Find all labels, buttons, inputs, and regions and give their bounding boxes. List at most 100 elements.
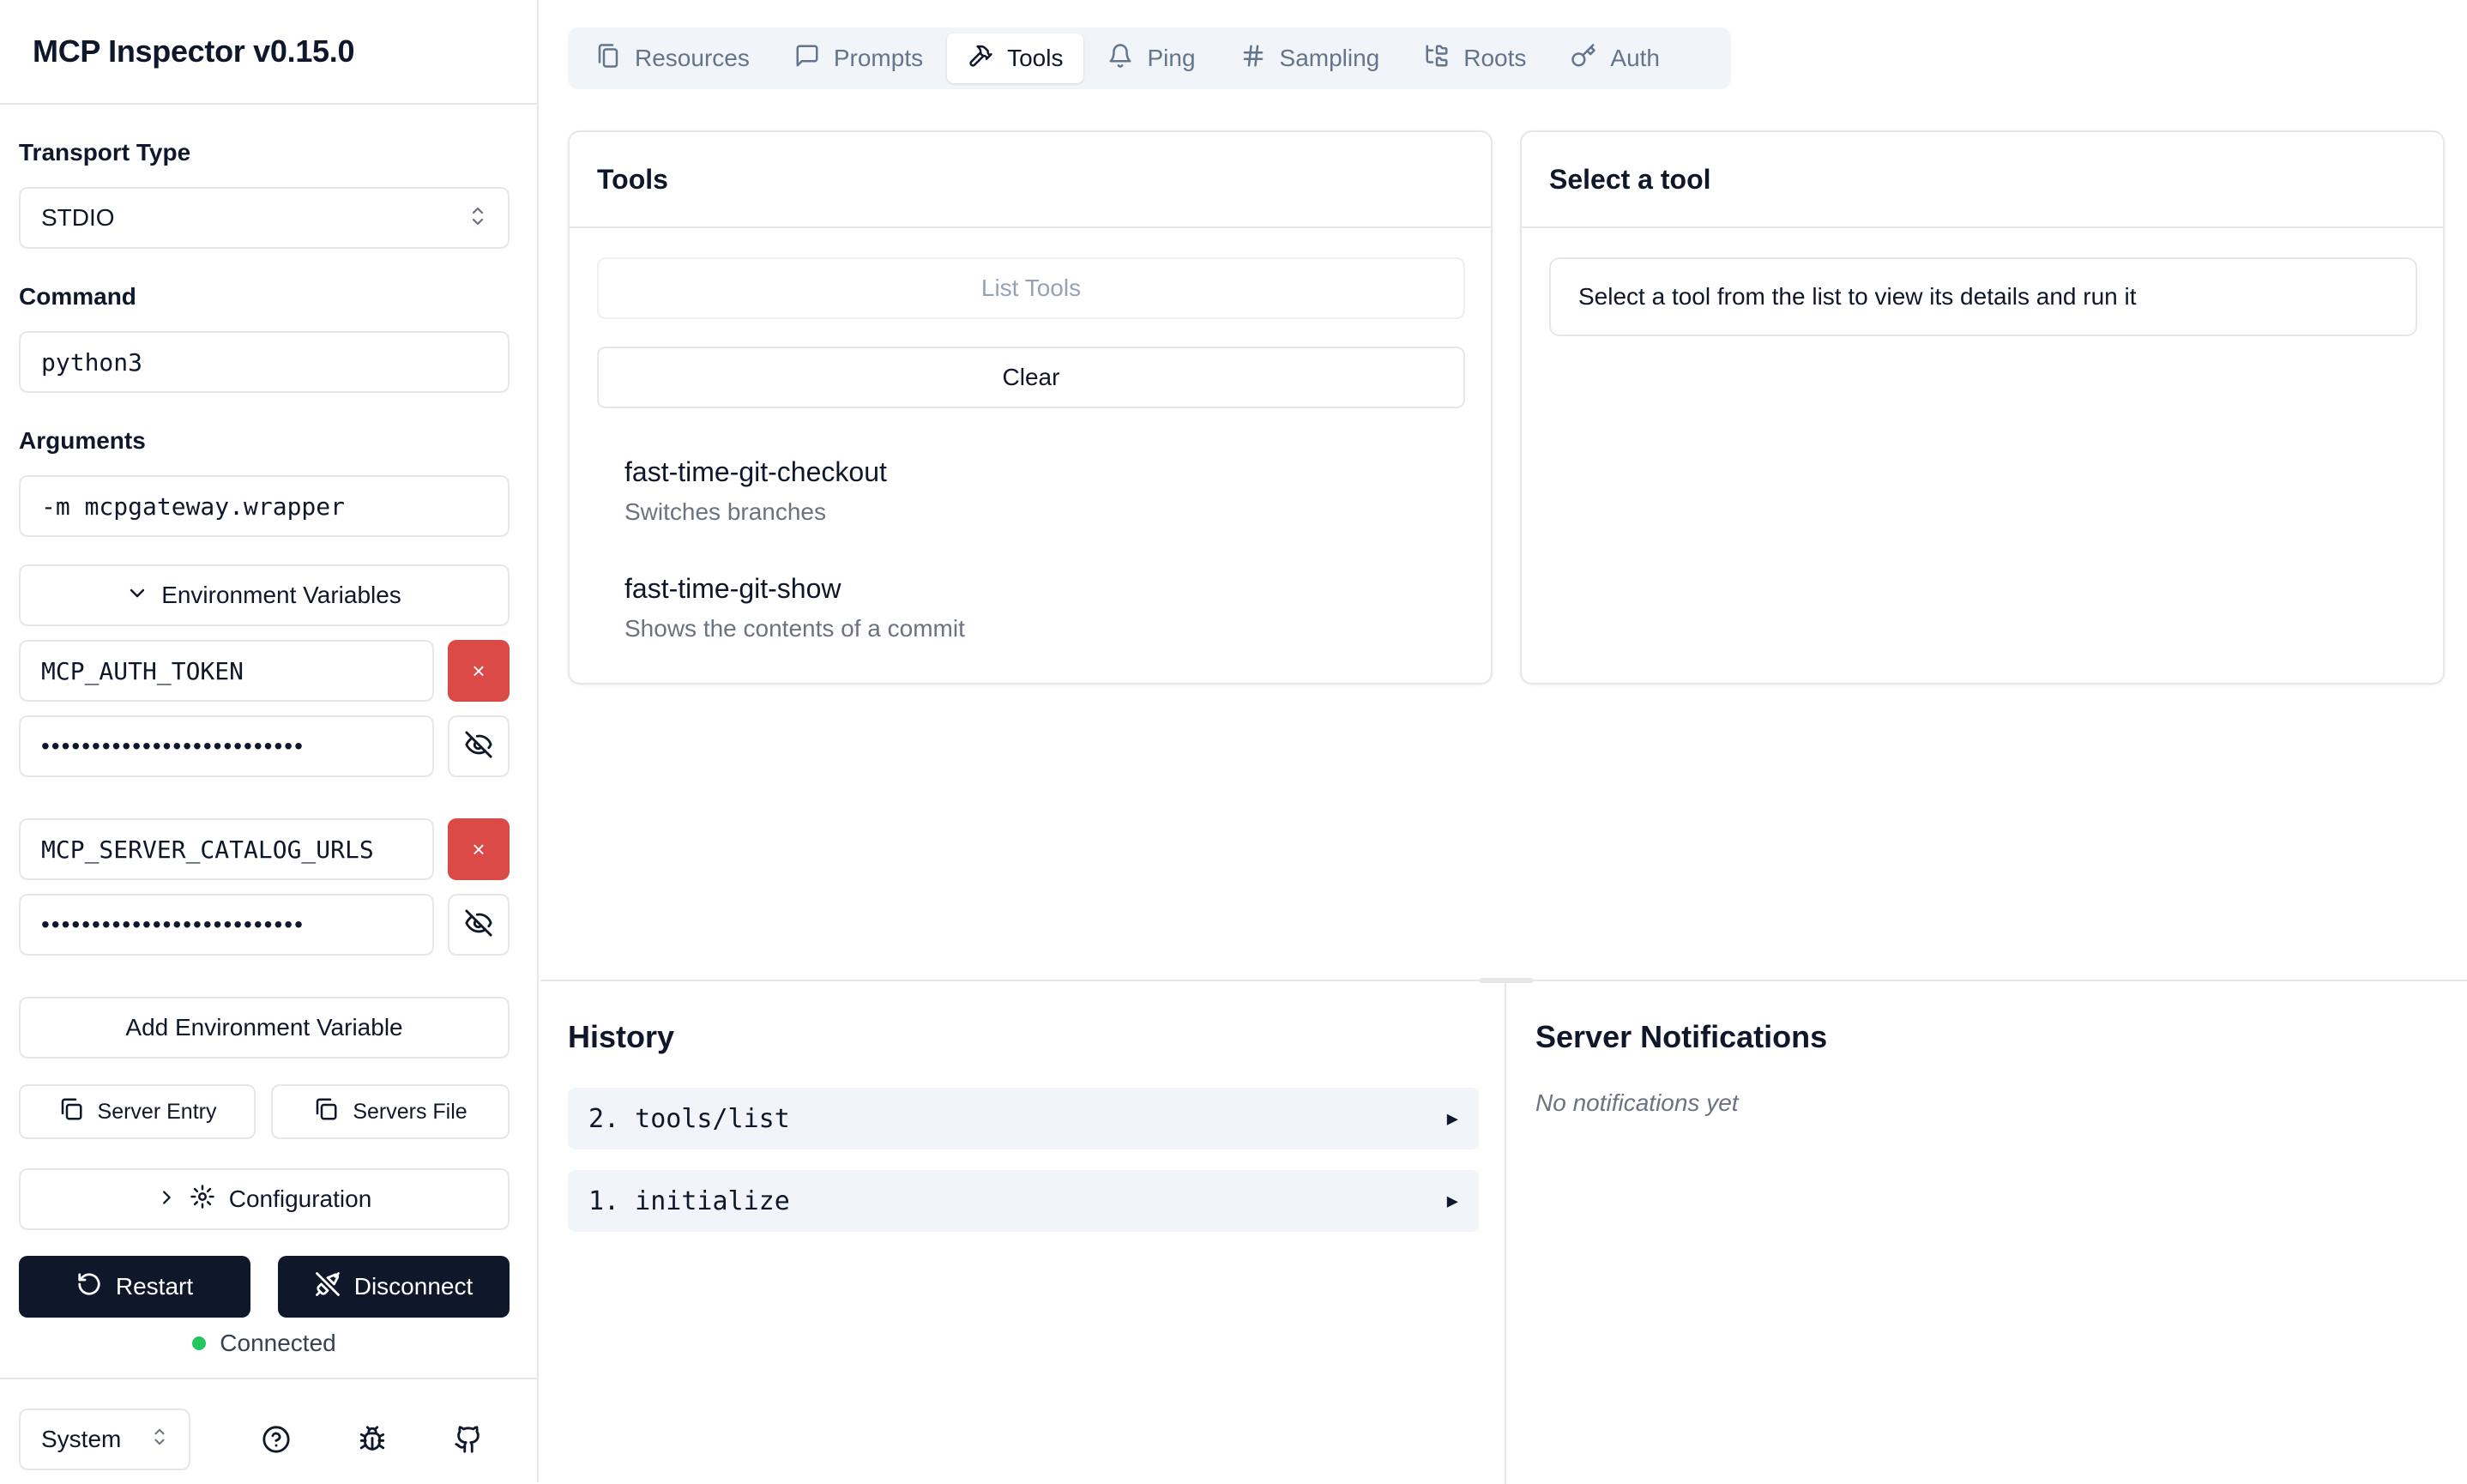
env-value-input[interactable]: ••••••••••••••••••••••••••	[19, 715, 434, 777]
restart-button[interactable]: Restart	[19, 1256, 250, 1318]
notifications-title: Server Notifications	[1535, 1019, 1828, 1054]
server-entry-label: Server Entry	[97, 1099, 217, 1124]
tool-detail-hint: Select a tool from the list to view its …	[1549, 257, 2417, 336]
transport-type-select[interactable]: STDIO	[19, 187, 510, 249]
tool-list-item[interactable]: fast-time-git-checkout Switches branches	[624, 456, 887, 526]
remove-env-button[interactable]: ×	[448, 640, 510, 702]
tool-detail-panel: Select a tool Select a tool from the lis…	[1520, 130, 2445, 685]
servers-file-button[interactable]: Servers File	[271, 1084, 510, 1139]
expand-arrow-icon: ▶	[1446, 1107, 1458, 1130]
configuration-label: Configuration	[228, 1185, 372, 1212]
tool-name: fast-time-git-checkout	[624, 456, 887, 487]
rotate-ccw-icon	[76, 1271, 102, 1303]
status-text: Connected	[220, 1330, 336, 1356]
sidebar-footer: System	[0, 1378, 537, 1482]
list-tools-button[interactable]: List Tools	[597, 257, 1465, 319]
clear-button[interactable]: Clear	[597, 347, 1465, 408]
tool-description: Switches branches	[624, 498, 827, 525]
chevron-down-icon	[127, 582, 148, 609]
tab-label: Auth	[1610, 45, 1661, 71]
hash-icon	[1240, 43, 1266, 75]
tab-resources[interactable]: Resources	[575, 33, 770, 83]
tool-description: Shows the contents of a commit	[624, 615, 965, 642]
history-title: History	[568, 1019, 675, 1054]
tool-detail-title: Select a tool	[1522, 132, 2443, 228]
message-square-icon	[794, 43, 820, 75]
configuration-toggle[interactable]: Configuration	[19, 1168, 510, 1230]
app-title: MCP Inspector v0.15.0	[33, 33, 355, 69]
toggle-visibility-button[interactable]	[448, 715, 510, 777]
key-icon	[1571, 43, 1596, 75]
remove-env-button[interactable]: ×	[448, 818, 510, 880]
restart-label: Restart	[115, 1273, 194, 1300]
chevrons-up-down-icon	[468, 205, 487, 231]
tab-sampling[interactable]: Sampling	[1220, 33, 1401, 83]
transport-type-value: STDIO	[41, 204, 115, 231]
add-environment-variable-label: Add Environment Variable	[125, 1014, 403, 1041]
env-value-input[interactable]: ••••••••••••••••••••••••••	[19, 894, 434, 956]
tab-label: Ping	[1147, 45, 1196, 71]
arguments-input[interactable]: -m mcpgateway.wrapper	[19, 475, 510, 537]
hammer-icon	[968, 43, 993, 75]
main-panel: Resources Prompts Tools Ping Sampling Ro…	[540, 0, 2467, 1484]
history-item[interactable]: 1. initialize ▶	[568, 1170, 1479, 1232]
bell-icon	[1107, 43, 1133, 75]
environment-variables-label: Environment Variables	[161, 582, 401, 608]
files-icon	[595, 43, 621, 75]
transport-type-label: Transport Type	[19, 139, 191, 166]
history-item[interactable]: 2. tools/list ▶	[568, 1088, 1479, 1149]
eye-off-icon	[464, 730, 493, 763]
close-icon: ×	[472, 657, 486, 684]
notifications-empty-text: No notifications yet	[1535, 1089, 1739, 1116]
help-icon[interactable]	[259, 1422, 293, 1457]
expand-arrow-icon: ▶	[1446, 1190, 1458, 1212]
tab-auth[interactable]: Auth	[1550, 33, 1680, 83]
tab-ping[interactable]: Ping	[1087, 33, 1215, 83]
tool-list-item[interactable]: fast-time-git-show Shows the contents of…	[624, 573, 965, 642]
copy-icon	[313, 1096, 339, 1128]
disconnect-button[interactable]: Disconnect	[278, 1256, 510, 1318]
theme-value: System	[41, 1426, 122, 1452]
disconnect-label: Disconnect	[353, 1273, 473, 1300]
tools-panel-title: Tools	[570, 132, 1491, 228]
command-input[interactable]: python3	[19, 331, 510, 393]
tab-label: Prompts	[833, 45, 924, 71]
sidebar: MCP Inspector v0.15.0 Transport Type STD…	[0, 0, 539, 1482]
unplug-icon	[315, 1271, 341, 1303]
servers-file-label: Servers File	[353, 1099, 467, 1124]
tab-label: Roots	[1463, 45, 1527, 71]
command-label: Command	[19, 283, 136, 310]
tab-label: Resources	[635, 45, 750, 71]
tool-name: fast-time-git-show	[624, 573, 841, 604]
tab-prompts[interactable]: Prompts	[774, 33, 944, 83]
bug-icon[interactable]	[355, 1422, 389, 1457]
toggle-visibility-button[interactable]	[448, 894, 510, 956]
lower-panels: History 2. tools/list ▶ 1. initialize ▶ …	[540, 978, 2467, 1484]
tab-tools[interactable]: Tools	[947, 33, 1084, 83]
history-item-label: 1. initialize	[588, 1185, 790, 1216]
env-key-input[interactable]: MCP_AUTH_TOKEN	[19, 640, 434, 702]
connection-status: Connected	[19, 1330, 510, 1357]
eye-off-icon	[464, 908, 493, 942]
chevron-right-icon	[157, 1185, 176, 1213]
environment-variables-toggle[interactable]: Environment Variables	[19, 564, 510, 626]
github-icon[interactable]	[451, 1422, 486, 1457]
status-dot	[192, 1336, 207, 1350]
chevrons-up-down-icon	[151, 1427, 168, 1452]
sidebar-header: MCP Inspector v0.15.0	[0, 0, 537, 105]
tab-label: Tools	[1007, 45, 1064, 71]
copy-icon	[58, 1096, 84, 1128]
history-panel: History 2. tools/list ▶ 1. initialize ▶	[540, 981, 1506, 1484]
add-environment-variable-button[interactable]: Add Environment Variable	[19, 997, 510, 1059]
gear-icon	[190, 1184, 215, 1216]
close-icon: ×	[472, 836, 486, 862]
tools-panel: Tools List Tools Clear fast-time-git-che…	[568, 130, 1493, 685]
tab-label: Sampling	[1279, 45, 1380, 71]
tab-roots[interactable]: Roots	[1403, 33, 1547, 83]
arguments-label: Arguments	[19, 427, 146, 454]
server-entry-button[interactable]: Server Entry	[19, 1084, 256, 1139]
folder-tree-icon	[1424, 43, 1450, 75]
theme-select[interactable]: System	[19, 1409, 190, 1470]
tab-bar: Resources Prompts Tools Ping Sampling Ro…	[568, 27, 1731, 89]
env-key-input[interactable]: MCP_SERVER_CATALOG_URLS	[19, 818, 434, 880]
